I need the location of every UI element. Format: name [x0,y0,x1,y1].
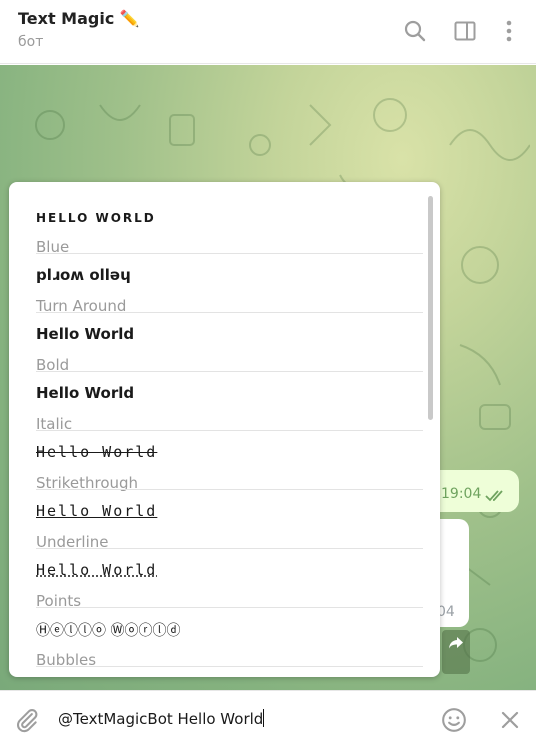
result-title: HELLO WORLD [36,211,156,225]
forward-icon[interactable] [442,630,470,674]
emoji-icon[interactable] [439,705,469,735]
result-title: Hello World [36,561,158,579]
result-item-points[interactable]: Hello World Points [9,549,440,610]
popup-scrollbar[interactable] [428,196,433,420]
double-check-icon [485,488,509,507]
text-caret [263,709,265,727]
result-item-bubbles[interactable]: Ⓗⓔⓛⓛⓞ Ⓦⓞⓡⓛⓓ Bubbles [9,608,440,669]
attach-icon[interactable] [12,705,42,735]
more-vertical-icon[interactable] [494,16,524,46]
sidebar-toggle-icon[interactable] [450,16,480,46]
result-title: Ⓗⓔⓛⓛⓞ Ⓦⓞⓡⓛⓓ [36,623,181,639]
message-input-bar: @TextMagicBot Hello World [0,690,536,746]
close-icon[interactable] [495,705,525,735]
result-title: Hello World [36,443,158,461]
inline-results-popup[interactable]: HELLO WORLD Blue plɹoʍ ollǝɥ Turn Around… [9,182,440,677]
result-item-bold[interactable]: Hello World Bold [9,313,440,374]
result-title: Hello World [36,502,158,520]
message-input[interactable]: @TextMagicBot Hello World [58,706,428,732]
result-item-blue[interactable]: HELLO WORLD Blue [9,195,440,256]
result-item-underline[interactable]: Hello World Underline [9,490,440,551]
chat-title[interactable]: Text Magic ✏️ [18,9,140,28]
result-title: Hello World [36,384,135,402]
chat-subtitle: бот [18,34,44,50]
message-time: 19:04 [441,486,482,502]
result-item-italic[interactable]: Hello World Italic [9,372,440,433]
message-input-text: @TextMagicBot Hello World [58,710,264,728]
result-title: Hello World [36,325,135,343]
result-item-turn-around[interactable]: plɹoʍ ollǝɥ Turn Around [9,254,440,315]
divider [36,666,423,667]
search-icon[interactable] [400,16,430,46]
chat-header: Text Magic ✏️ бот [0,0,536,64]
result-item-strikethrough[interactable]: Hello World Strikethrough [9,431,440,492]
result-title: plɹoʍ ollǝɥ [36,266,131,284]
